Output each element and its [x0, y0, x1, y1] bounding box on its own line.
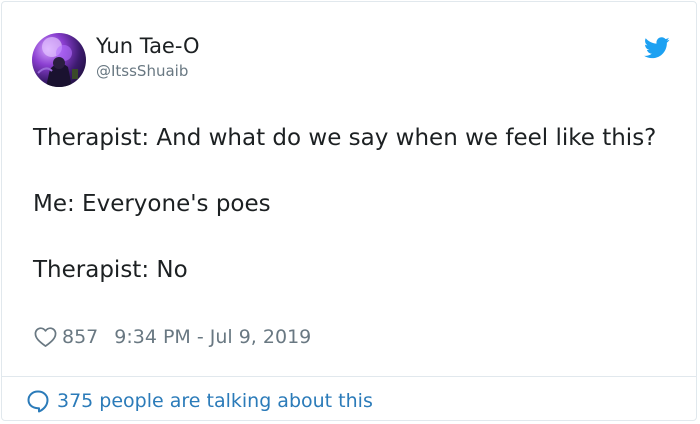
divider [2, 376, 696, 377]
avatar[interactable] [32, 33, 86, 87]
tweet-meta: 857 9:34 PM - Jul 9, 2019 [34, 325, 311, 349]
tweet-paragraph: Me: Everyone's poes [33, 191, 271, 217]
avatar-image [37, 37, 78, 87]
like-count[interactable]: 857 [62, 326, 98, 348]
conversation-link[interactable]: 375 people are talking about this [26, 388, 373, 414]
tweet-paragraph: Therapist: And what do we say when we fe… [33, 125, 657, 151]
author-display-name[interactable]: Yun Tae-O [96, 33, 200, 59]
tweet-timestamp[interactable]: 9:34 PM - Jul 9, 2019 [114, 326, 311, 348]
conversation-label[interactable]: 375 people are talking about this [57, 390, 373, 412]
twitter-bird-icon[interactable] [644, 37, 670, 59]
heart-icon[interactable] [34, 326, 57, 348]
tweet-header: Yun Tae-O @ItssShuaib [32, 33, 672, 89]
author-handle[interactable]: @ItssShuaib [96, 61, 188, 81]
tweet-text: Therapist: And what do we say when we fe… [33, 122, 663, 287]
speech-bubble-icon [27, 390, 49, 413]
tweet-paragraph: Therapist: No [33, 257, 188, 283]
tweet-card: Yun Tae-O @ItssShuaib Therapist: And wha… [1, 1, 697, 421]
